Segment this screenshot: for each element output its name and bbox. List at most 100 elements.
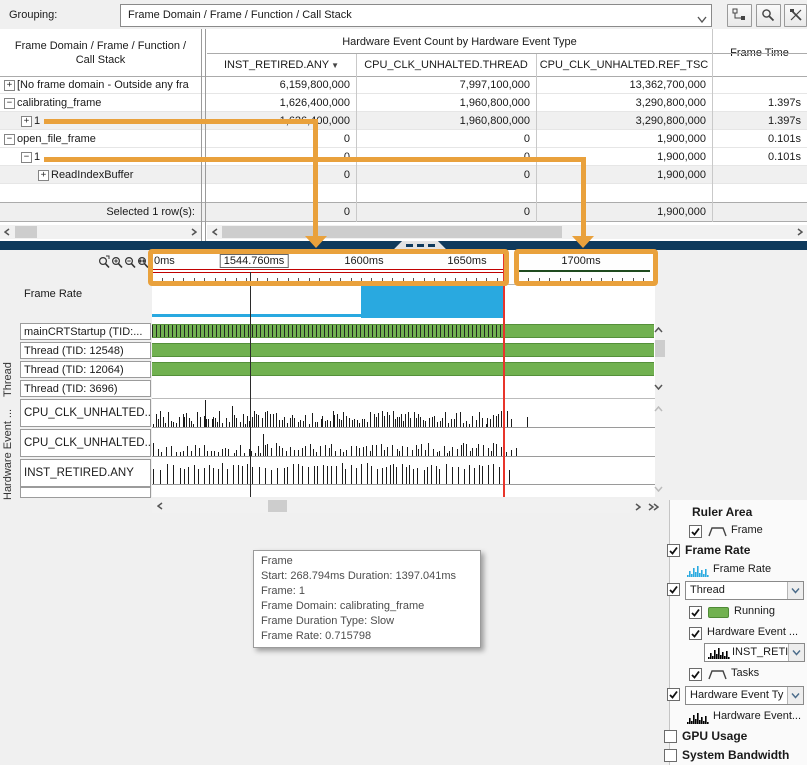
hw-tick	[482, 418, 483, 427]
search-button[interactable]	[756, 4, 781, 27]
chevron-down-icon[interactable]	[788, 644, 804, 661]
grid-row[interactable]: −open_file_frame001,900,0000.101s	[0, 130, 807, 148]
hw-scroll-up-icon[interactable]	[653, 402, 664, 415]
hw-tick	[228, 449, 229, 456]
hardware-event-row-label[interactable]: CPU_CLK_UNHALTED...	[20, 429, 151, 457]
grid-row-label: calibrating_frame	[17, 94, 196, 112]
hw-tick	[429, 418, 430, 427]
hw-tick	[416, 445, 417, 456]
grid-col1-header[interactable]: Frame Domain / Frame / Function / Call S…	[0, 30, 201, 76]
hw-tick	[406, 467, 407, 484]
grid-cell: 1.397s	[712, 94, 807, 112]
checkbox-gpu-usage[interactable]	[664, 730, 677, 743]
hw-tick	[263, 434, 264, 456]
thread-scroll-down-icon[interactable]	[653, 380, 664, 393]
hardware-event-row-label-empty	[20, 487, 151, 498]
thread-row-label[interactable]: mainCRTStartup (TID:...	[20, 323, 151, 340]
checkbox-system-bandwidth[interactable]	[664, 749, 677, 762]
cursor-marker-line[interactable]	[250, 272, 251, 497]
dropdown-hardware-event-type[interactable]: Hardware Event Ty	[685, 686, 804, 705]
annotation-line-1	[44, 119, 318, 124]
dropdown-inst-retired[interactable]: INST_RETIR	[704, 643, 805, 662]
grid-col-header-clk-ref-tsc[interactable]: CPU_CLK_UNHALTED.REF_TSC	[536, 54, 712, 76]
running-color-swatch	[708, 607, 729, 618]
zoom-in-button[interactable]	[111, 255, 124, 270]
scrollbar-thumb[interactable]	[15, 226, 37, 238]
hw-tick	[498, 414, 499, 427]
thread-row-label[interactable]: Thread (TID: 12548)	[20, 342, 151, 359]
customize-button[interactable]	[784, 4, 807, 27]
expand-icon[interactable]: +	[4, 80, 15, 91]
scroll-left-icon[interactable]	[1, 225, 12, 238]
grid-left-hscrollbar[interactable]	[0, 225, 201, 239]
collapse-icon[interactable]: −	[4, 98, 15, 109]
scroll-right-icon[interactable]	[632, 500, 643, 513]
grid-right-hscrollbar[interactable]	[207, 225, 807, 239]
chevron-down-icon[interactable]	[787, 687, 803, 704]
checkbox-tasks[interactable]	[689, 668, 702, 681]
frame-boundary-marker-line[interactable]	[503, 253, 505, 497]
scroll-right-icon[interactable]	[794, 225, 805, 238]
copy-rows-button[interactable]	[727, 4, 752, 27]
checkbox-running[interactable]	[689, 606, 702, 619]
dropdown-value: Hardware Event Ty	[690, 687, 787, 704]
grouping-dropdown[interactable]: Frame Domain / Frame / Function / Call S…	[120, 4, 712, 27]
checkbox-hardware-event-type[interactable]	[667, 688, 680, 701]
hw-tick	[509, 470, 510, 484]
thread-vscrollbar-thumb[interactable]	[655, 340, 665, 357]
collapse-icon[interactable]: −	[4, 134, 15, 145]
scroll-left-icon[interactable]	[209, 225, 220, 238]
tooltip-title: Frame	[261, 554, 473, 569]
checkbox-hardware-event[interactable]	[689, 627, 702, 640]
thread-row-label[interactable]: Thread (TID: 3696)	[20, 380, 151, 397]
checkbox-frame[interactable]	[689, 525, 702, 538]
checkbox-thread[interactable]	[667, 583, 680, 596]
hw-tick	[384, 416, 385, 427]
hw-tick	[381, 444, 382, 456]
hw-tick	[418, 449, 419, 456]
hw-tick	[445, 412, 446, 428]
grid-row[interactable]: −calibrating_frame1,626,400,0001,960,800…	[0, 94, 807, 112]
hw-tick	[187, 446, 188, 456]
checkbox-frame-rate[interactable]	[667, 544, 680, 557]
hardware-event-row-label[interactable]: INST_RETIRED.ANY	[20, 459, 151, 487]
hw-tick	[265, 468, 266, 484]
hw-tick	[351, 465, 352, 484]
grid-row[interactable]: +ReadIndexBuffer001,900,000	[0, 166, 807, 184]
hw-tick	[271, 470, 272, 484]
grouping-dropdown-value: Frame Domain / Frame / Function / Call S…	[128, 5, 352, 26]
grid-row[interactable]: +[No frame domain - Outside any fra6,159…	[0, 76, 807, 94]
hw-tick	[493, 443, 494, 456]
timeline-hscrollbar[interactable]	[152, 499, 630, 513]
scroll-right-end-icon[interactable]	[648, 500, 659, 513]
hardware-event-row-label[interactable]: CPU_CLK_UNHALTED...	[20, 399, 151, 427]
panel-item-running: Running	[670, 604, 807, 622]
hw-tick	[361, 464, 362, 484]
expand-icon[interactable]: +	[21, 116, 32, 127]
hw-tick	[313, 449, 314, 456]
thread-row-label[interactable]: Thread (TID: 12064)	[20, 361, 151, 378]
scrollbar-thumb[interactable]	[222, 226, 562, 238]
panel-item-ruler-area: Ruler Area	[670, 504, 807, 522]
zoom-undo-button[interactable]	[98, 255, 111, 270]
grouping-label: Grouping:	[9, 9, 57, 21]
zoom-out-button[interactable]	[124, 255, 137, 270]
dropdown-thread[interactable]: Thread	[685, 581, 804, 600]
collapse-icon[interactable]: −	[21, 152, 32, 163]
hw-scroll-down-icon[interactable]	[653, 482, 664, 495]
hw-tick	[163, 417, 164, 427]
hw-tick	[343, 412, 344, 427]
thread-scroll-up-icon[interactable]	[653, 323, 664, 336]
hw-tick	[195, 445, 196, 456]
hw-tick	[254, 411, 255, 427]
scroll-right-icon[interactable]	[188, 225, 199, 238]
expand-icon[interactable]: +	[38, 170, 49, 181]
hw-tick	[409, 465, 410, 484]
hw-tick	[247, 464, 248, 484]
grid-col-header-inst-retired[interactable]: INST_RETIRED.ANY▼	[207, 54, 356, 76]
hw-section-topline	[152, 398, 655, 399]
grid-col-header-clk-thread[interactable]: CPU_CLK_UNHALTED.THREAD	[356, 54, 536, 76]
chevron-down-icon[interactable]	[787, 582, 803, 599]
scroll-left-icon[interactable]	[154, 499, 165, 512]
scrollbar-thumb[interactable]	[268, 500, 287, 512]
